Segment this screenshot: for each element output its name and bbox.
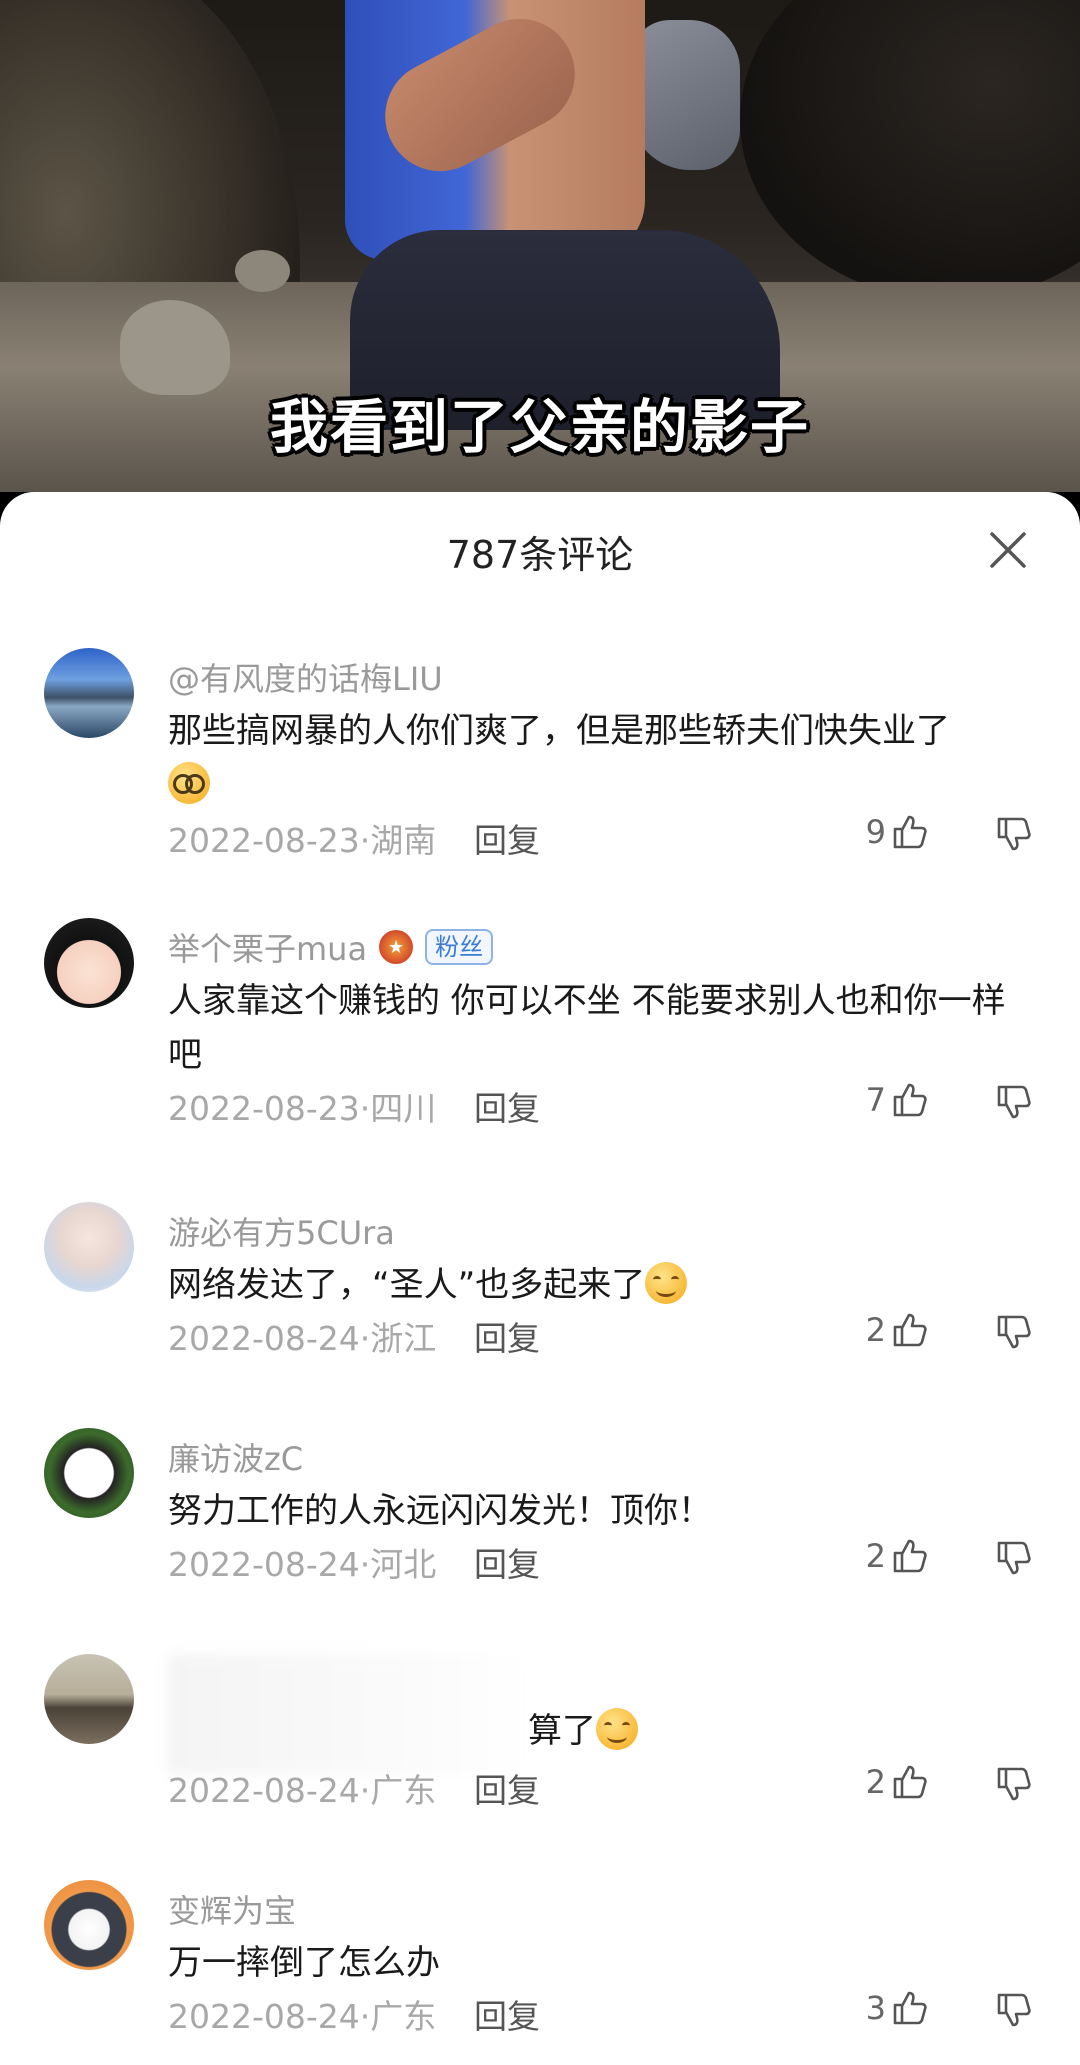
- like-count: 3: [865, 1989, 886, 2027]
- reply-button[interactable]: 回复: [474, 1538, 540, 1586]
- stone: [235, 250, 290, 292]
- fan-level-icon: ★: [379, 930, 414, 964]
- comments-sheet: 787条评论 @有风度的话梅LIU 那些搞网暴的人你们爽了，但是那些轿夫们快失业…: [0, 492, 1080, 2065]
- reply-button[interactable]: 回复: [474, 814, 540, 862]
- video-subtitle: 我看到了父亲的影子: [269, 393, 810, 461]
- thumbs-down-icon[interactable]: [994, 1764, 1034, 1804]
- like-button[interactable]: 9: [866, 812, 930, 852]
- fan-badge: 粉丝: [425, 929, 494, 965]
- avatar[interactable]: [44, 918, 134, 1008]
- thumbs-down-icon[interactable]: [994, 1538, 1034, 1578]
- thumbs-up-icon[interactable]: [890, 812, 930, 852]
- username-text[interactable]: 廉访波zC: [168, 1434, 303, 1480]
- comment-body: 算了: [528, 1711, 596, 1751]
- comment-text: 网络发达了，“圣人”也多起来了: [168, 1258, 1028, 1312]
- thumbs-down-icon[interactable]: [994, 1082, 1034, 1122]
- like-count: 2: [865, 1763, 886, 1801]
- username-text[interactable]: 举个栗子mua: [168, 924, 367, 970]
- reply-button[interactable]: 回复: [474, 1764, 540, 1812]
- cave-shadow: [740, 0, 1080, 300]
- comment-username[interactable]: 游必有方5CUra: [168, 1208, 395, 1254]
- like-button[interactable]: 2: [866, 1310, 930, 1350]
- avatar[interactable]: [44, 1202, 134, 1292]
- smile-emoji-icon: [596, 1708, 638, 1750]
- comment-text: 人家靠这个赚钱的 你可以不坐 不能要求别人也和你一样吧: [168, 981, 1006, 1075]
- like-button[interactable]: 2: [866, 1762, 930, 1802]
- comment-username[interactable]: 廉访波zC: [168, 1434, 303, 1480]
- like-count: 2: [865, 1311, 886, 1349]
- like-count: 9: [865, 813, 886, 851]
- comment-username[interactable]: 变辉为宝: [168, 1886, 296, 1932]
- avatar[interactable]: [44, 1428, 134, 1518]
- backpack: [630, 20, 740, 170]
- reply-button[interactable]: 回复: [474, 1990, 540, 2038]
- comment-date-location: 2022-08-23·湖南: [168, 821, 437, 860]
- comments-count-title: 787条评论: [446, 533, 634, 577]
- thumbs-up-icon[interactable]: [890, 1080, 930, 1120]
- comment-date-location: 2022-08-24·广东: [168, 1997, 437, 2036]
- thumbs-up-icon[interactable]: [890, 1988, 930, 2028]
- comment-date-location: 2022-08-24·河北: [168, 1545, 437, 1584]
- username-text[interactable]: 游必有方5CUra: [168, 1208, 395, 1254]
- comment-text: 算了: [528, 1704, 928, 1758]
- comment-body: 那些搞网暴的人你们爽了，但是那些轿夫们快失业了: [168, 711, 950, 751]
- comment-username[interactable]: @有风度的话梅LIU: [168, 654, 443, 700]
- like-count: 2: [865, 1537, 886, 1575]
- avatar[interactable]: [44, 1880, 134, 1970]
- close-icon[interactable]: [986, 528, 1030, 572]
- comment-username[interactable]: 举个栗子mua ★ 粉丝: [168, 924, 494, 970]
- video-player[interactable]: 我看到了父亲的影子: [0, 0, 1080, 492]
- like-button[interactable]: 7: [866, 1080, 930, 1120]
- like-button[interactable]: 2: [866, 1536, 930, 1576]
- username-text[interactable]: 变辉为宝: [168, 1886, 296, 1932]
- comment-body: 网络发达了，“圣人”也多起来了: [168, 1265, 646, 1305]
- avatar[interactable]: [44, 648, 134, 738]
- like-button[interactable]: 3: [866, 1988, 930, 2028]
- obscured-content: [168, 1654, 528, 1774]
- comment-date-location: 2022-08-23·四川: [168, 1089, 437, 1128]
- reply-button[interactable]: 回复: [474, 1312, 540, 1360]
- thumbs-down-icon[interactable]: [994, 1990, 1034, 2030]
- thumbs-down-icon[interactable]: [994, 814, 1034, 854]
- comment-text: 那些搞网暴的人你们爽了，但是那些轿夫们快失业了: [168, 704, 1028, 812]
- smile-emoji-icon: [645, 1262, 688, 1304]
- thumbs-up-icon[interactable]: [890, 1762, 930, 1802]
- avatar[interactable]: [44, 1654, 134, 1744]
- reply-button[interactable]: 回复: [474, 1082, 540, 1130]
- like-count: 7: [865, 1081, 886, 1119]
- comment-text: 努力工作的人永远闪闪发光！顶你！: [168, 1491, 712, 1531]
- comment-text: 万一摔倒了怎么办: [168, 1943, 440, 1983]
- thumbs-up-icon[interactable]: [890, 1536, 930, 1576]
- glasses-emoji-icon: [168, 762, 210, 804]
- thumbs-up-icon[interactable]: [890, 1310, 930, 1350]
- comment-date-location: 2022-08-24·浙江: [168, 1319, 437, 1358]
- thumbs-down-icon[interactable]: [994, 1312, 1034, 1352]
- username-text[interactable]: @有风度的话梅LIU: [168, 654, 443, 700]
- comment-date-location: 2022-08-24·广东: [168, 1771, 437, 1810]
